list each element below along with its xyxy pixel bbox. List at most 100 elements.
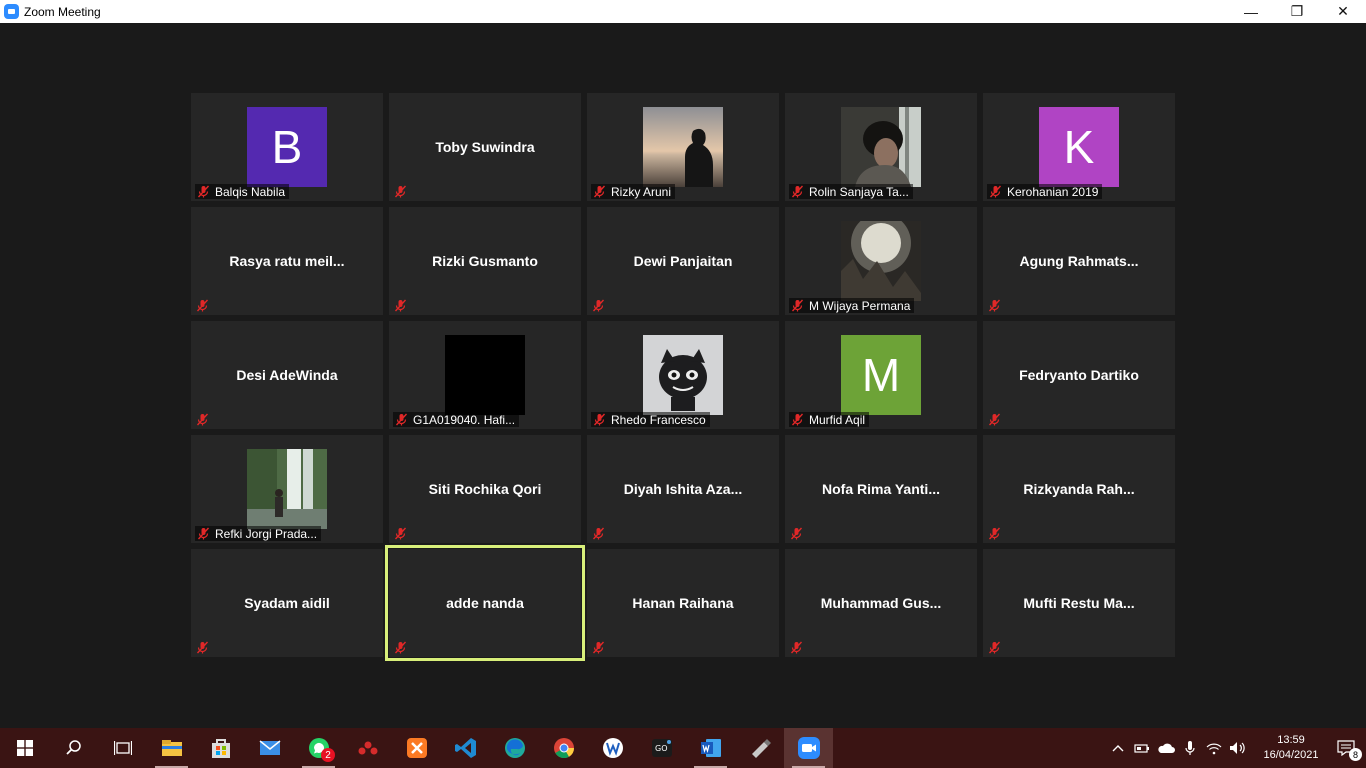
participant-tile[interactable]: Siti Rochika Qori (389, 435, 581, 543)
restore-button[interactable]: ❐ (1274, 0, 1320, 23)
taskbar-app-mail[interactable] (245, 728, 294, 768)
participant-tile[interactable]: Hanan Raihana (587, 549, 779, 657)
onedrive-button[interactable] (1154, 728, 1178, 768)
taskbar-app-microsoft-store[interactable] (196, 728, 245, 768)
taskbar-app-mendeley[interactable] (343, 728, 392, 768)
participant-tile[interactable]: Rhedo Francesco (587, 321, 779, 429)
muted-mic-icon (791, 185, 804, 198)
participant-name-label: Kerohanian 2019 (1007, 184, 1099, 199)
mendeley-icon (358, 741, 377, 755)
participant-tile[interactable]: Diyah Ishita Aza... (587, 435, 779, 543)
chevron-up-icon (1112, 745, 1124, 752)
mute-indicator (394, 185, 407, 198)
network-button[interactable] (1202, 728, 1226, 768)
participant-tile[interactable]: M Wijaya Permana (785, 207, 977, 315)
avatar: B (247, 107, 327, 187)
participant-name-label: Balqis Nabila (215, 184, 286, 199)
participant-tile[interactable]: Rasya ratu meil... (191, 207, 383, 315)
participant-tile[interactable]: Nofa Rima Yanti... (785, 435, 977, 543)
vscode-icon (454, 738, 476, 758)
volume-button[interactable] (1226, 728, 1250, 768)
participant-tile[interactable]: M Murfid Aqil (785, 321, 977, 429)
participant-grid: B Balqis Nabila Toby Suwindra Rizky Aruni Ro… (191, 93, 1175, 661)
taskbar-app-file-explorer[interactable] (147, 728, 196, 768)
taskbar-app-whatsapp[interactable]: 2 (294, 728, 343, 768)
participant-tile[interactable]: Rolin Sanjaya Ta... (785, 93, 977, 201)
muted-mic-icon (988, 527, 1001, 540)
profile-photo (841, 221, 921, 301)
profile-photo (643, 107, 723, 187)
taskbar-app-word[interactable] (686, 728, 735, 768)
participant-name-tag: Kerohanian 2019 (987, 184, 1103, 199)
muted-mic-icon (196, 641, 209, 654)
participant-display-name: Siti Rochika Qori (428, 481, 542, 497)
search-button[interactable] (49, 728, 98, 768)
participant-tile[interactable]: B Balqis Nabila (191, 93, 383, 201)
participant-tile[interactable]: Rizky Aruni (587, 93, 779, 201)
mute-indicator (196, 641, 209, 654)
battery-icon (1134, 744, 1149, 753)
muted-mic-icon (592, 299, 605, 312)
participant-display-name: Muhammad Gus... (820, 595, 942, 611)
muted-mic-icon (197, 185, 210, 198)
mute-indicator (196, 299, 209, 312)
start-button[interactable] (0, 728, 49, 768)
svg-text:GO: GO (655, 744, 668, 753)
speaker-icon (1230, 742, 1245, 754)
taskbar-app-vscode[interactable] (441, 728, 490, 768)
muted-mic-icon (394, 641, 407, 654)
battery-button[interactable] (1130, 728, 1154, 768)
mute-indicator (988, 641, 1001, 654)
participant-tile[interactable]: K Kerohanian 2019 (983, 93, 1175, 201)
clock[interactable]: 13:59 16/04/2021 (1256, 733, 1326, 763)
taskbar-app-xampp[interactable] (392, 728, 441, 768)
taskbar-app-usb-tool[interactable] (735, 728, 784, 768)
search-icon (65, 740, 81, 755)
participant-tile[interactable]: Agung Rahmats... (983, 207, 1175, 315)
taskbar-app-zoom[interactable] (784, 728, 833, 768)
task-view-button[interactable] (98, 728, 147, 768)
participant-tile[interactable]: G1A019040. Hafi... (389, 321, 581, 429)
muted-mic-icon (592, 641, 605, 654)
minimize-button[interactable]: — (1228, 0, 1274, 23)
system-tray: 13:59 16/04/2021 8 (1106, 728, 1366, 768)
participant-display-name: Hanan Raihana (632, 595, 734, 611)
taskbar-app-edge[interactable] (490, 728, 539, 768)
window-title-bar: Zoom Meeting — ❐ ✕ (0, 0, 1366, 23)
mute-indicator (394, 641, 407, 654)
microphone-button[interactable] (1178, 728, 1202, 768)
mail-icon (259, 740, 280, 755)
participant-tile[interactable]: Rizki Gusmanto (389, 207, 581, 315)
participant-display-name: Diyah Ishita Aza... (623, 481, 743, 497)
cloud-icon (1158, 743, 1175, 753)
profile-photo (445, 335, 525, 415)
participant-display-name: Rizki Gusmanto (432, 253, 538, 269)
participant-name-tag: Murfid Aqil (789, 412, 870, 427)
participant-tile[interactable]: Dewi Panjaitan (587, 207, 779, 315)
participant-tile[interactable]: Muhammad Gus... (785, 549, 977, 657)
participant-name-label: Rolin Sanjaya Ta... (809, 184, 909, 199)
participant-name-tag: Rolin Sanjaya Ta... (789, 184, 913, 199)
participant-tile[interactable]: Fedryanto Dartiko (983, 321, 1175, 429)
show-hidden-icons-button[interactable] (1106, 728, 1130, 768)
participant-display-name: Agung Rahmats... (1019, 253, 1139, 269)
participant-tile[interactable]: Toby Suwindra (389, 93, 581, 201)
participant-tile[interactable]: adde nanda (385, 545, 585, 661)
action-center-button[interactable]: 8 (1326, 728, 1366, 768)
taskbar-app-wps-writer[interactable] (588, 728, 637, 768)
muted-mic-icon (394, 527, 407, 540)
participant-tile[interactable]: Mufti Restu Ma... (983, 549, 1175, 657)
close-button[interactable]: ✕ (1320, 0, 1366, 23)
taskbar-app-chrome[interactable] (539, 728, 588, 768)
participant-name-label: G1A019040. Hafi... (413, 412, 516, 427)
clock-date: 16/04/2021 (1263, 749, 1319, 761)
participant-tile[interactable]: Rizkyanda Rah... (983, 435, 1175, 543)
wifi-icon (1206, 743, 1222, 755)
participant-tile[interactable]: Desi AdeWinda (191, 321, 383, 429)
participant-tile[interactable]: Refki Jorgi Prada... (191, 435, 383, 543)
participant-tile[interactable]: Syadam aidil (191, 549, 383, 657)
taskbar-app-golang[interactable]: GO (637, 728, 686, 768)
xampp-icon (406, 738, 427, 758)
mute-indicator (592, 641, 605, 654)
participant-display-name: Desi AdeWinda (236, 367, 338, 383)
